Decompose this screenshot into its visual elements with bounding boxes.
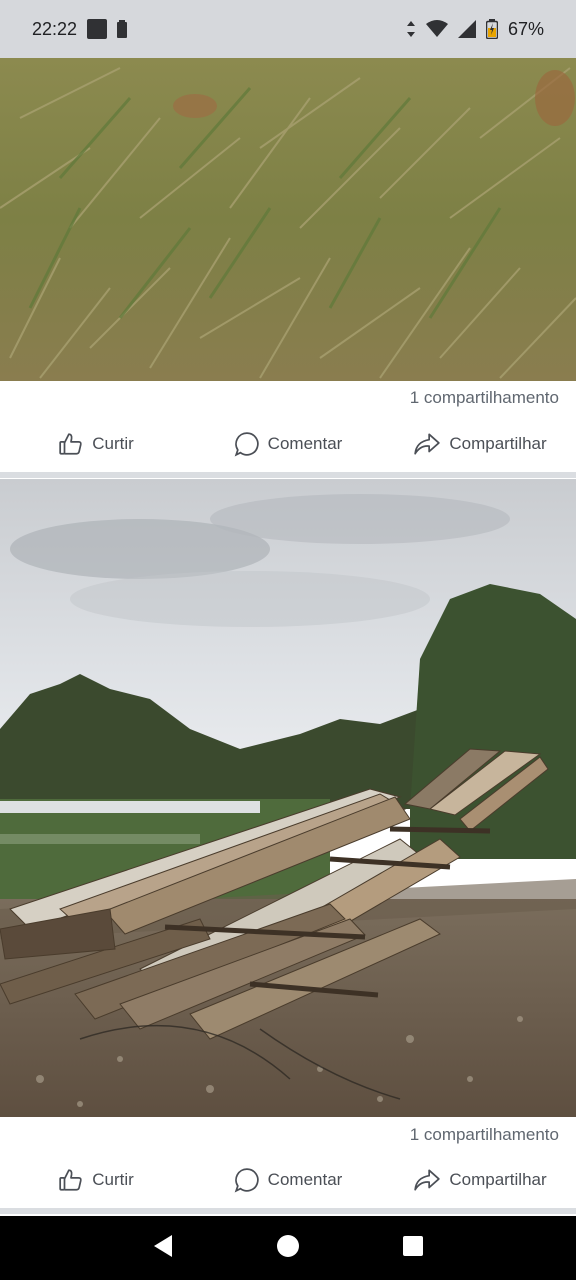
like-label: Curtir (92, 1170, 134, 1189)
thumbs-up-icon (58, 431, 84, 457)
share-button[interactable]: Compartilhar (384, 431, 576, 457)
status-left: 22:22 (32, 18, 128, 40)
wifi-icon (425, 20, 448, 38)
clock: 22:22 (32, 18, 78, 39)
share-count-text[interactable]: 1 compartilhamento (410, 1125, 559, 1145)
recents-button[interactable] (393, 1228, 433, 1268)
battery-small-icon (117, 20, 128, 38)
comment-button[interactable]: Comentar (192, 1167, 384, 1193)
back-button[interactable] (143, 1228, 183, 1268)
post-photo-lumber[interactable] (0, 479, 576, 1117)
share-count-text[interactable]: 1 compartilhamento (410, 388, 559, 408)
thumbs-up-icon (58, 1167, 84, 1193)
share-label: Compartilhar (449, 434, 547, 453)
comment-bubble-icon (234, 431, 260, 457)
battery-icon (485, 19, 498, 39)
share-arrow-icon (413, 431, 441, 457)
comment-button[interactable]: Comentar (192, 431, 384, 457)
home-button[interactable] (268, 1228, 308, 1268)
system-nav-bar (0, 1216, 576, 1280)
like-label: Curtir (92, 434, 134, 453)
comment-bubble-icon (234, 1167, 260, 1193)
back-icon (152, 1234, 174, 1263)
status-bar: 22:22 67% (0, 0, 576, 58)
comment-label: Comentar (267, 434, 343, 453)
like-button[interactable]: Curtir (0, 431, 192, 457)
data-arrows-icon (406, 20, 416, 38)
comment-label: Comentar (267, 1170, 343, 1189)
share-button[interactable]: Compartilhar (384, 1167, 576, 1193)
post-action-bar: Curtir Comentar Compartilhar (0, 1152, 576, 1214)
share-arrow-icon (413, 1167, 441, 1193)
post-photo-grass[interactable] (0, 58, 576, 381)
share-count[interactable]: 1 compartilhamento (0, 1118, 576, 1152)
notification-square-icon (87, 19, 108, 39)
share-label: Compartilhar (449, 1170, 547, 1189)
signal-icon (457, 20, 476, 38)
battery-percent: 67% (507, 18, 544, 39)
recents-icon (402, 1235, 424, 1262)
home-icon (276, 1234, 300, 1263)
like-button[interactable]: Curtir (0, 1167, 192, 1193)
status-right: 67% (406, 19, 544, 40)
post-action-bar: Curtir Comentar Compartilhar (0, 416, 576, 478)
share-count[interactable]: 1 compartilhamento (0, 381, 576, 415)
